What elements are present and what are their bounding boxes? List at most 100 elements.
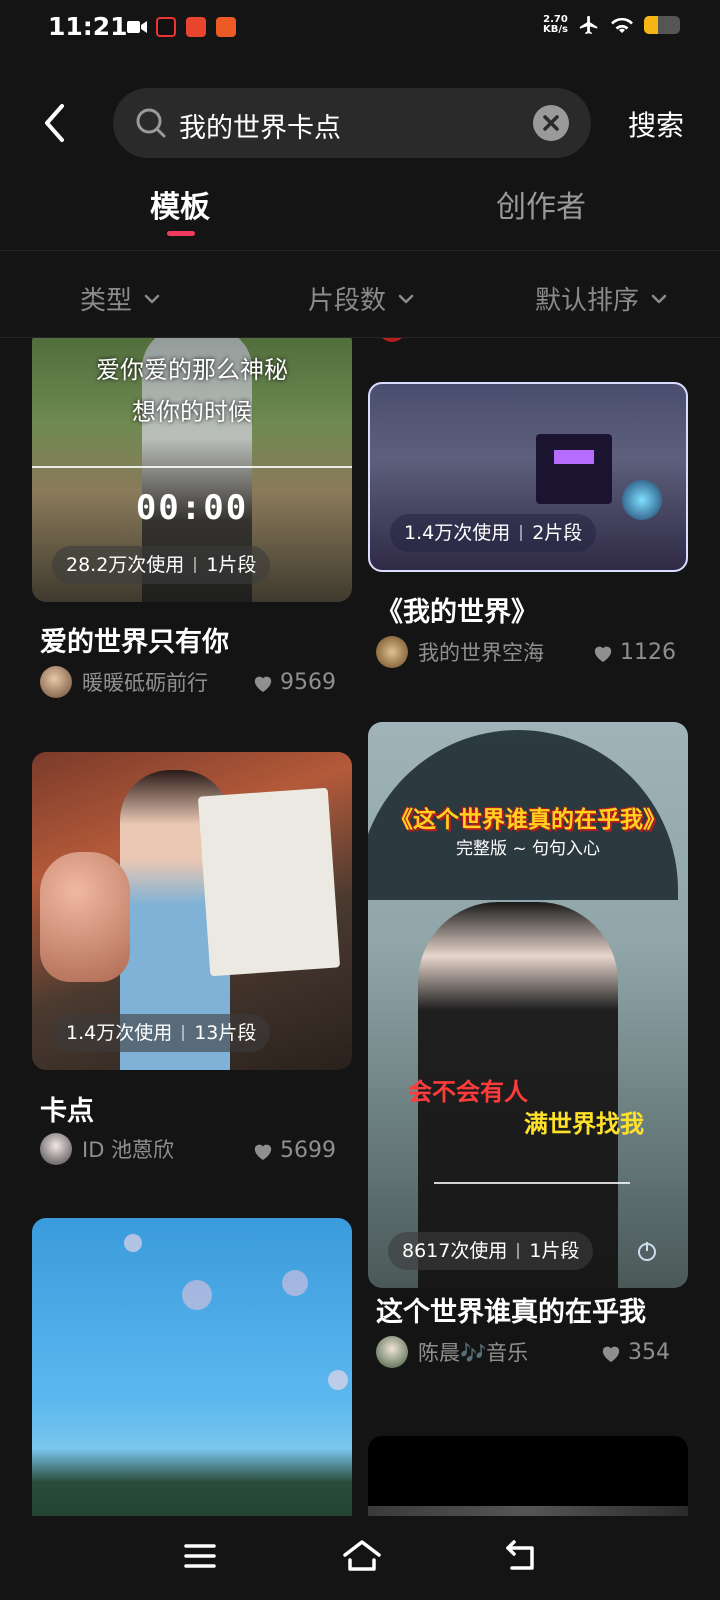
template-card-image[interactable]: 《这个世界谁真的在乎我》 完整版 ~ 句句入心 会不会有人 满世界找我 8617… <box>368 722 688 1288</box>
status-bar: 11:21 2.70 KB/s <box>0 0 720 56</box>
card-title[interactable]: 爱的世界只有你 <box>40 620 229 659</box>
segment-count: 13片段 <box>194 1022 257 1044</box>
filter-segments-label: 片段数 <box>308 286 387 316</box>
use-count: 1.4万次使用 <box>404 522 511 544</box>
enderman-eyes <box>554 450 594 464</box>
card-author[interactable]: 陈晨🎶音乐 <box>376 1336 528 1368</box>
card-title[interactable]: 这个世界谁真的在乎我 <box>376 1290 646 1329</box>
heart-icon <box>254 1144 272 1160</box>
template-card-image[interactable] <box>32 1218 352 1516</box>
lyric-line: 爱你爱的那么神秘 <box>96 356 288 384</box>
poster-subtitle: 完整版 ~ 句句入心 <box>455 839 601 859</box>
net-speed: 2.70 KB/s <box>543 14 568 35</box>
clear-button[interactable] <box>533 105 569 141</box>
chevron-down-icon <box>651 294 667 303</box>
chevron-down-icon <box>144 294 160 303</box>
wifi-icon <box>611 17 633 33</box>
card-title[interactable]: 《我的世界》 <box>376 590 538 629</box>
poster-lyric-2: 满世界找我 <box>524 1110 644 1138</box>
search-button[interactable]: 搜索 <box>628 104 684 144</box>
bubble <box>124 1234 142 1252</box>
like-count-value: 5699 <box>280 1138 336 1163</box>
filter-type-label: 类型 <box>80 286 133 316</box>
lyric-line: 想你的时候 <box>132 398 252 426</box>
system-nav-bar <box>0 1516 720 1600</box>
avatar <box>40 1133 72 1165</box>
airplane-icon <box>579 15 598 35</box>
avatar <box>40 666 72 698</box>
template-card-image[interactable]: 1.4万次使用 2片段 <box>368 382 688 572</box>
avatar-partial <box>378 338 406 342</box>
filter-segments[interactable]: 片段数 <box>308 280 414 317</box>
bubble <box>182 1280 212 1310</box>
like-count[interactable]: 9569 <box>252 670 336 695</box>
image-strip <box>368 1506 688 1516</box>
chevron-down-icon <box>398 294 414 303</box>
segment-count: 2片段 <box>532 522 583 544</box>
battery-icon <box>644 16 680 34</box>
card-author[interactable]: 暖暖砥砺前行 <box>40 666 208 698</box>
power-icon <box>638 1242 656 1261</box>
back-nav-icon[interactable] <box>504 1538 540 1574</box>
heart-icon <box>602 1346 620 1362</box>
back-icon <box>45 104 64 142</box>
author-name: 我的世界空海 <box>418 641 544 665</box>
usage-overlay: 1.4万次使用 2片段 <box>390 514 597 552</box>
filter-type[interactable]: 类型 <box>80 280 160 317</box>
usage-overlay: 28.2万次使用 1片段 <box>52 546 271 584</box>
home-icon[interactable] <box>342 1538 382 1574</box>
card-author[interactable]: 我的世界空海 <box>376 636 544 668</box>
like-count[interactable]: 354 <box>600 1340 670 1365</box>
certificate <box>197 787 341 977</box>
heart-icon <box>254 676 272 692</box>
search-box[interactable]: 我的世界卡点 <box>113 88 591 158</box>
avatar <box>376 1336 408 1368</box>
back-button[interactable] <box>40 100 70 146</box>
author-name: 暖暖砥砺前行 <box>82 671 208 695</box>
number-balloon <box>40 852 130 982</box>
menu-icon[interactable] <box>182 1538 218 1574</box>
poster-title: 《这个世界谁真的在乎我》 <box>390 807 666 833</box>
heart-icon <box>594 646 612 662</box>
divider <box>0 250 720 251</box>
like-count[interactable]: 5699 <box>252 1138 336 1163</box>
status-right: 2.70 KB/s <box>543 14 680 36</box>
bubble <box>328 1370 348 1390</box>
status-time: 11:21 <box>48 12 128 41</box>
segment-count: 1片段 <box>529 1240 580 1262</box>
template-card-image[interactable]: 爱你爱的那么神秘 想你的时候 00:00 28.2万次使用 1片段 <box>32 338 352 602</box>
like-count[interactable]: 1126 <box>592 640 676 665</box>
app-notification-icon <box>186 17 206 37</box>
audio-progress <box>434 1182 630 1184</box>
poster-lyric-1: 会不会有人 <box>408 1078 528 1106</box>
segment-count: 1片段 <box>206 554 257 576</box>
tab-templates[interactable]: 模板 <box>150 182 210 226</box>
filter-sort[interactable]: 默认排序 <box>535 280 667 317</box>
enderman-figure <box>536 434 612 504</box>
like-count-value: 354 <box>628 1340 670 1365</box>
avatar <box>376 636 408 668</box>
card-author[interactable]: ID 池蒽欣 <box>40 1133 174 1165</box>
use-count: 1.4万次使用 <box>66 1022 173 1044</box>
card-title[interactable]: 卡点 <box>40 1089 94 1128</box>
waveform <box>32 466 352 468</box>
usage-overlay: 1.4万次使用 13片段 <box>52 1014 271 1052</box>
app-notification-icon-2 <box>216 17 236 37</box>
search-input[interactable]: 我的世界卡点 <box>179 106 341 145</box>
filter-sort-label: 默认排序 <box>535 286 640 316</box>
template-card-image[interactable]: 1.4万次使用 13片段 <box>32 752 352 1070</box>
author-name: 陈晨🎶音乐 <box>418 1341 529 1365</box>
like-count-value: 1126 <box>620 640 676 665</box>
use-count: 28.2万次使用 <box>66 554 185 576</box>
ender-eye <box>622 480 662 520</box>
clear-icon <box>543 115 559 131</box>
template-card-image[interactable] <box>368 1436 688 1516</box>
tab-creators[interactable]: 创作者 <box>496 182 586 226</box>
video-call-icon <box>126 17 147 37</box>
usage-overlay: 8617次使用 1片段 <box>388 1232 594 1270</box>
template-feed[interactable]: 爱你爱的那么神秘 想你的时候 00:00 28.2万次使用 1片段 爱的世界只有… <box>0 338 720 1516</box>
like-count-value: 9569 <box>280 670 336 695</box>
author-name: ID 池蒽欣 <box>82 1138 175 1162</box>
active-tab-indicator <box>167 231 195 236</box>
use-count: 8617次使用 <box>402 1240 508 1262</box>
